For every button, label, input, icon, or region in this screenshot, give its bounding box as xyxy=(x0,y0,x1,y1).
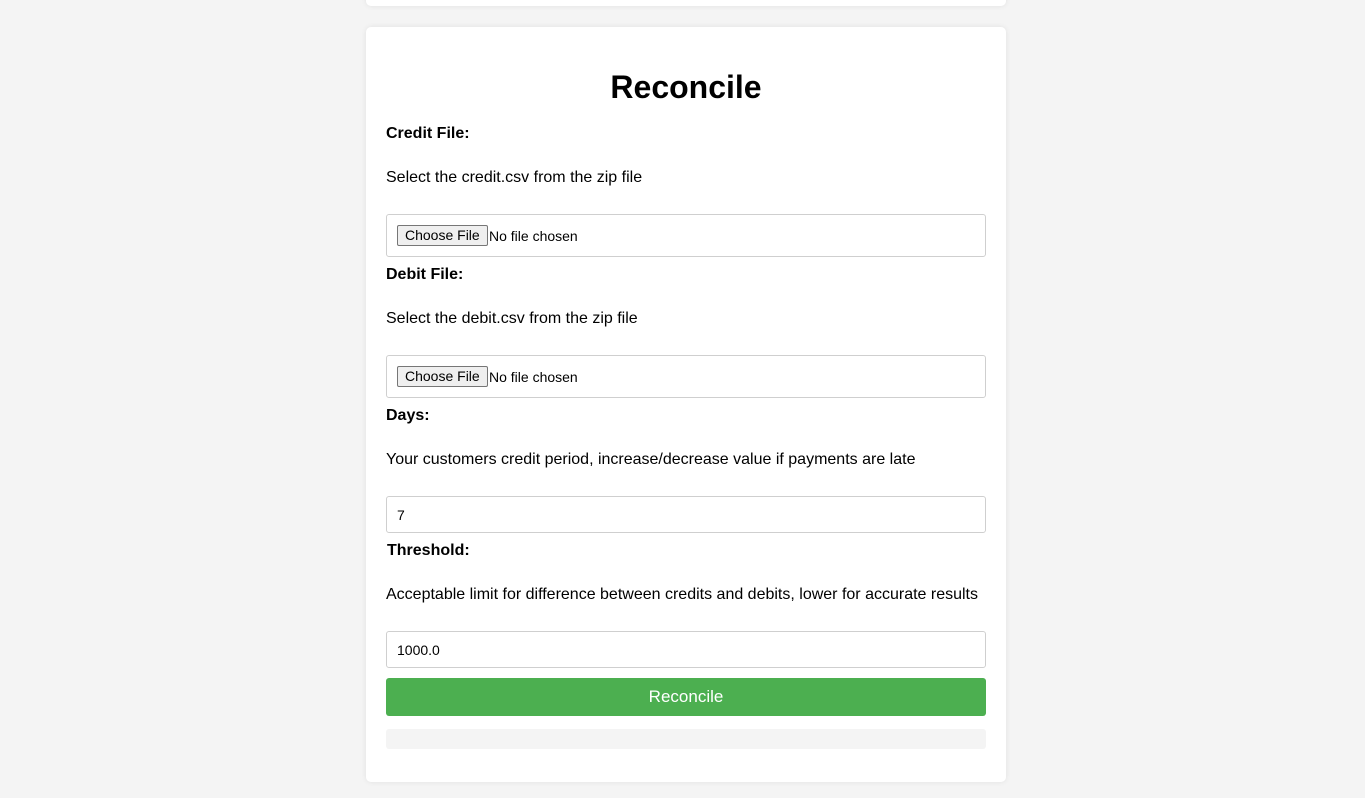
previous-card xyxy=(366,0,1006,6)
debit-file-description: Select the debit.csv from the zip file xyxy=(386,310,638,327)
debit-file-status: No file chosen xyxy=(489,369,578,385)
days-input[interactable] xyxy=(386,496,986,533)
result-area xyxy=(386,729,986,749)
days-description: Your customers credit period, increase/d… xyxy=(386,451,916,468)
debit-file-label: Debit File: xyxy=(386,266,464,283)
threshold-input[interactable] xyxy=(386,631,986,668)
credit-file-input[interactable]: Choose File No file chosen xyxy=(386,214,986,257)
threshold-description: Acceptable limit for difference between … xyxy=(386,586,978,603)
days-label: Days: xyxy=(386,407,430,424)
debit-choose-file-button[interactable]: Choose File xyxy=(397,366,488,387)
reconcile-button[interactable]: Reconcile xyxy=(386,678,986,716)
debit-file-input[interactable]: Choose File No file chosen xyxy=(386,355,986,398)
threshold-label: Threshold: xyxy=(387,542,470,559)
credit-file-description: Select the credit.csv from the zip file xyxy=(386,169,643,186)
page-title: Reconcile xyxy=(610,69,762,105)
credit-file-status: No file chosen xyxy=(489,228,578,244)
credit-choose-file-button[interactable]: Choose File xyxy=(397,225,488,246)
reconcile-card: Reconcile Credit File: Select the credit… xyxy=(366,27,1006,782)
credit-file-label: Credit File: xyxy=(386,125,470,142)
